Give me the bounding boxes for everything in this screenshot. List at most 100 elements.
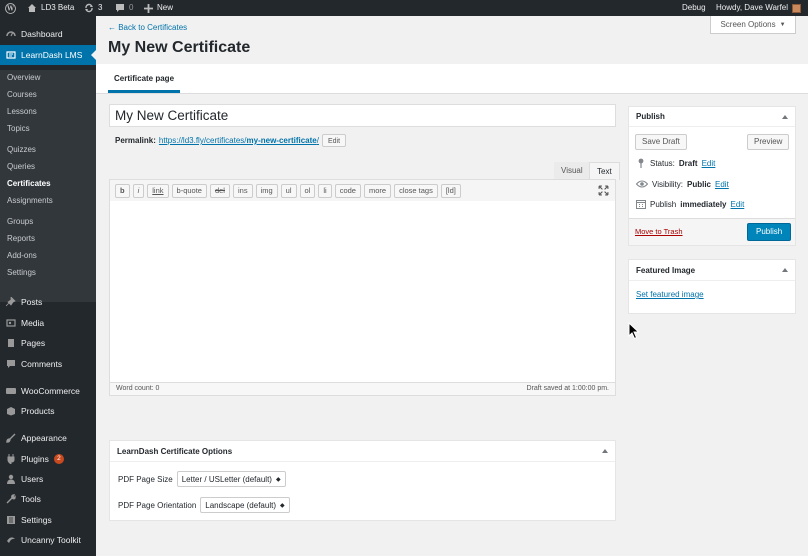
postbox-header[interactable]: LearnDash Certificate Options <box>110 441 615 462</box>
submenu-courses[interactable]: Courses <box>7 88 37 102</box>
quicktag-blockquote[interactable]: b-quote <box>171 183 207 198</box>
quicktag-ul[interactable]: ul <box>280 183 297 198</box>
permalink-link[interactable]: https://ld3.fly/certificates/my-new-cert… <box>159 136 319 145</box>
back-to-certificates-link[interactable]: ← Back to Certificates <box>108 23 187 32</box>
publish-button[interactable]: Publish <box>747 223 792 241</box>
collapse-arrow-icon[interactable] <box>782 114 788 119</box>
postbox-header[interactable]: Featured Image <box>629 260 795 281</box>
quicktag-ld[interactable]: [ld] <box>440 183 461 198</box>
post-title-input[interactable] <box>109 104 616 127</box>
updates-link[interactable]: 3 <box>84 0 102 16</box>
sidebar-item-pages[interactable]: Pages <box>0 333 96 353</box>
sidebar-item-products[interactable]: Products <box>0 401 96 421</box>
wordpress-logo-icon[interactable]: W <box>5 0 16 16</box>
sidebar-item-woocommerce[interactable]: WooCommerce <box>0 381 96 401</box>
sidebar-item-label: Media <box>21 318 45 328</box>
publish-schedule: Publish immediately Edit <box>636 199 744 209</box>
sidebar-item-uncanny-toolkit[interactable]: Uncanny Toolkit <box>0 530 96 550</box>
comments-link[interactable]: 0 <box>115 0 133 16</box>
screen-options-label: Screen Options <box>720 20 776 29</box>
sidebar-item-comments[interactable]: Comments <box>0 354 96 374</box>
submenu-overview[interactable]: Overview <box>7 71 40 85</box>
users-icon <box>7 474 15 484</box>
account-menu[interactable]: Howdy, Dave Warfel <box>716 0 802 16</box>
featured-image-box: Featured Image Set featured image <box>628 259 796 314</box>
collapse-arrow-icon[interactable] <box>782 268 788 272</box>
quicktag-bold[interactable]: b <box>115 183 130 198</box>
visibility-label: Visibility: <box>652 179 683 189</box>
screen-options-button[interactable]: Screen Options ▼ <box>710 16 796 34</box>
sidebar-item-label: Uncanny Toolkit <box>21 535 81 545</box>
quicktag-code[interactable]: code <box>334 183 361 198</box>
quicktag-ins[interactable]: ins <box>232 183 253 198</box>
sidebar-item-media[interactable]: Media <box>0 313 96 333</box>
edit-status-link[interactable]: Edit <box>702 159 716 168</box>
draft-saved-status: Draft saved at 1:00:00 pm. <box>526 385 610 392</box>
sidebar-item-users[interactable]: Users <box>0 469 96 489</box>
submenu-groups[interactable]: Groups <box>7 215 33 229</box>
fullscreen-icon[interactable] <box>598 185 609 196</box>
sidebar-item-tools[interactable]: Tools <box>0 489 96 509</box>
save-draft-button[interactable]: Save Draft <box>635 134 687 150</box>
submenu-queries[interactable]: Queries <box>7 160 35 174</box>
pin-icon <box>638 158 644 168</box>
quicktag-img[interactable]: img <box>255 183 278 198</box>
edit-visibility-link[interactable]: Edit <box>715 180 729 189</box>
quicktag-italic[interactable]: i <box>132 183 145 198</box>
move-to-trash-link[interactable]: Move to Trash <box>635 227 683 236</box>
caret-down-icon: ▼ <box>779 21 786 28</box>
quicktag-ol[interactable]: ol <box>299 183 316 198</box>
sidebar-item-appearance[interactable]: Appearance <box>0 428 96 448</box>
edit-permalink-button[interactable]: Edit <box>321 134 347 147</box>
permalink-slug: my-new-certificate <box>246 136 317 145</box>
quicktag-li[interactable]: li <box>318 183 332 198</box>
sidebar-item-settings[interactable]: Settings <box>0 510 96 530</box>
quicktag-more[interactable]: more <box>363 183 392 198</box>
sidebar-item-label: Products <box>21 406 55 416</box>
submenu-certificates[interactable]: Certificates <box>7 177 51 191</box>
pdf-page-orientation-select[interactable]: Landscape (default) ◆ <box>200 497 290 513</box>
new-content-link[interactable]: New <box>144 0 173 16</box>
tab-visual[interactable]: Visual <box>554 162 590 180</box>
submenu-reports[interactable]: Reports <box>7 232 35 246</box>
sidebar-item-dashboard[interactable]: Dashboard <box>0 24 96 44</box>
editor-status-bar: Word count: 0 Draft saved at 1:00:00 pm. <box>109 382 616 396</box>
submenu-lessons[interactable]: Lessons <box>7 105 37 119</box>
sidebar-item-label: Comments <box>21 359 63 369</box>
sidebar-item-posts[interactable]: Posts <box>0 292 96 312</box>
submenu-quizzes[interactable]: Quizzes <box>7 143 36 157</box>
site-name: LD3 Beta <box>41 3 75 12</box>
submenu-add-ons[interactable]: Add-ons <box>7 249 37 263</box>
settings-icon <box>7 516 15 524</box>
debug-label: Debug <box>682 3 706 12</box>
debug-link[interactable]: Debug <box>682 0 706 16</box>
quicktag-del[interactable]: del <box>209 183 230 198</box>
submenu-settings[interactable]: Settings <box>7 266 36 280</box>
content-textarea[interactable] <box>109 201 616 383</box>
site-name-link[interactable]: LD3 Beta <box>27 0 74 16</box>
quicktag-close-tags[interactable]: close tags <box>394 183 438 198</box>
tab-text[interactable]: Text <box>589 162 620 180</box>
preview-button[interactable]: Preview <box>747 134 790 150</box>
set-featured-image-link[interactable]: Set featured image <box>636 290 704 299</box>
sidebar-item-plugins[interactable]: Plugins 2 <box>0 449 96 469</box>
submenu-topics[interactable]: Topics <box>7 122 30 136</box>
edit-schedule-link[interactable]: Edit <box>731 200 745 209</box>
postbox-title: Featured Image <box>636 265 696 275</box>
post-status: Status: Draft Edit <box>636 158 715 168</box>
postbox-header[interactable]: Publish <box>629 107 795 127</box>
sidebar-item-learndash[interactable]: LearnDash LMS <box>0 45 96 65</box>
collapse-arrow-icon[interactable] <box>602 449 608 453</box>
tab-certificate-page[interactable]: Certificate page <box>108 64 181 93</box>
pushpin-icon <box>6 297 16 307</box>
pdf-page-size-row: PDF Page Size Letter / USLetter (default… <box>118 471 286 487</box>
sidebar-item-label: Posts <box>21 297 43 307</box>
submenu-assignments[interactable]: Assignments <box>7 194 53 208</box>
updates-count: 3 <box>98 3 103 12</box>
admin-bar: W LD3 Beta 3 0 New Debug Howdy, Dave War… <box>0 0 808 16</box>
pdf-page-size-label: PDF Page Size <box>118 474 173 484</box>
svg-text:W: W <box>6 5 14 12</box>
permalink-base: https://ld3.fly/certificates/ <box>158 136 247 145</box>
quicktag-link[interactable]: link <box>147 183 169 198</box>
pdf-page-size-select[interactable]: Letter / USLetter (default) ◆ <box>176 471 286 487</box>
